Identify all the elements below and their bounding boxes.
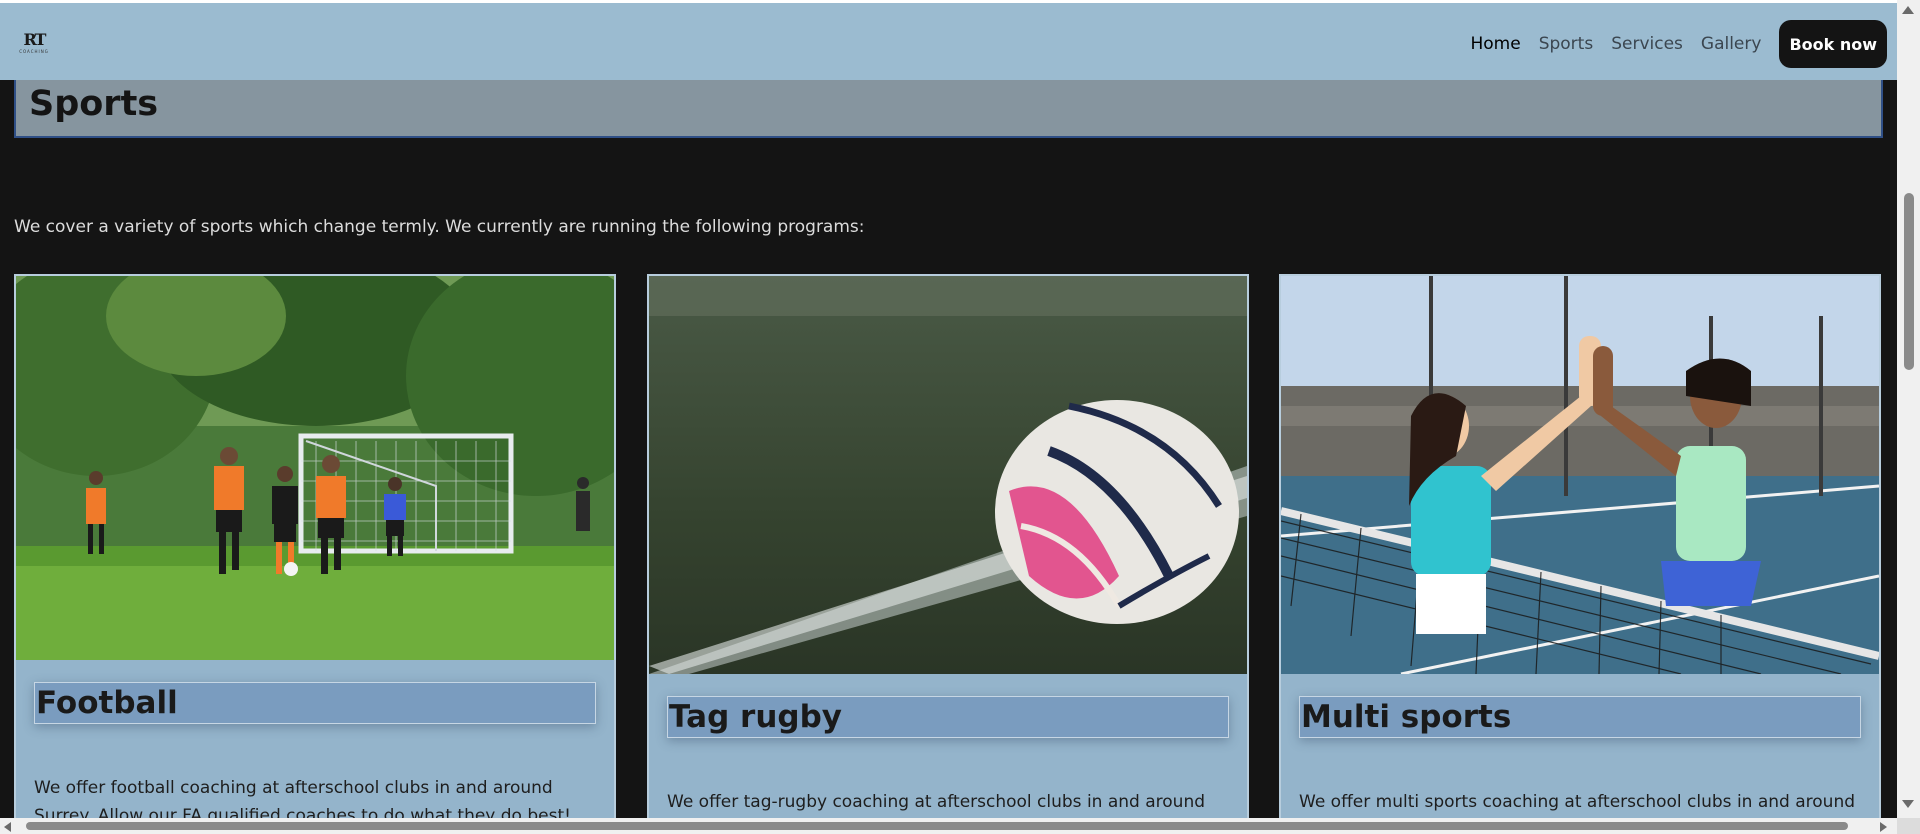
book-now-button[interactable]: Book now	[1779, 20, 1887, 68]
nav-link-gallery[interactable]: Gallery	[1701, 34, 1762, 54]
card-title: Tag rugby	[669, 699, 842, 735]
card-title-box: Multi sports	[1299, 696, 1861, 738]
sport-card-football: Football We offer football coaching at a…	[14, 274, 616, 834]
nav-link-sports[interactable]: Sports	[1539, 34, 1594, 54]
football-match-photo	[16, 276, 614, 660]
sport-card-multi-sports: Multi sports We offer multi sports coach…	[1279, 274, 1881, 834]
main-nav: Home Sports Services Gallery Book now	[1471, 20, 1887, 68]
card-title-box: Football	[34, 682, 596, 724]
scrollbar-corner	[1897, 818, 1920, 834]
scroll-up-arrow-icon[interactable]	[1902, 6, 1914, 14]
nav-link-home[interactable]: Home	[1471, 34, 1521, 54]
page-title: Sports	[29, 84, 159, 124]
horizontal-scrollbar[interactable]	[0, 818, 1897, 834]
site-logo[interactable]: RT COACHING	[15, 31, 53, 57]
card-title: Multi sports	[1301, 699, 1512, 735]
horizontal-scroll-thumb[interactable]	[26, 822, 1848, 830]
tennis-high-five-photo	[1281, 276, 1879, 674]
scroll-down-arrow-icon[interactable]	[1902, 800, 1914, 808]
vertical-scroll-thumb[interactable]	[1904, 193, 1914, 370]
card-title: Football	[36, 685, 178, 721]
site-header: RT COACHING Home Sports Services Gallery…	[0, 0, 1897, 80]
rugby-ball-photo	[649, 276, 1247, 674]
nav-link-services[interactable]: Services	[1611, 34, 1683, 54]
sport-card-tag-rugby: Tag rugby We offer tag-rugby coaching at…	[647, 274, 1249, 834]
logo-mark: RT	[23, 30, 47, 49]
logo-subtitle: COACHING	[19, 49, 49, 54]
vertical-scrollbar[interactable]	[1897, 0, 1920, 834]
intro-text: We cover a variety of sports which chang…	[14, 217, 865, 237]
card-description: We offer multi sports coaching at afters…	[1299, 792, 1856, 812]
page-title-banner: Sports	[14, 80, 1883, 138]
card-title-box: Tag rugby	[667, 696, 1229, 738]
scroll-left-arrow-icon[interactable]	[4, 822, 11, 832]
scroll-right-arrow-icon[interactable]	[1880, 822, 1887, 832]
